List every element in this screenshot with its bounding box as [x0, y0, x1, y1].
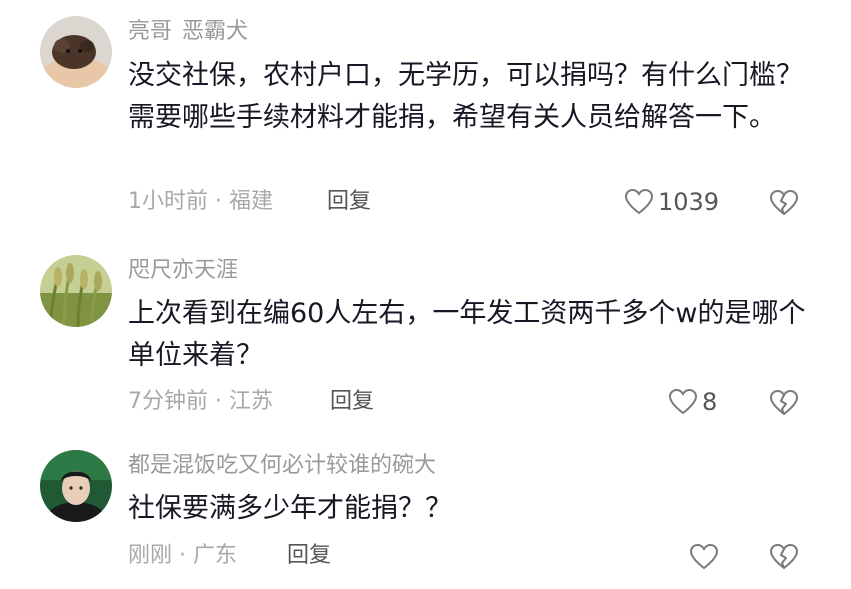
- username-main: 都是混饭吃又何必计较谁的碗大: [128, 453, 437, 478]
- reply-button[interactable]: 回复: [327, 188, 371, 216]
- comment-2: 咫尺亦天涯 上次看到在编60人左右，一年发工资两千多个w的是哪个单位来着？ 7分…: [0, 240, 851, 430]
- username-tag: 恶霸犬: [182, 19, 249, 44]
- comment-1: 亮哥 恶霸犬 没交社保，农村户口，无学历，可以捐吗？有什么门槛？需要哪些手续材料才…: [0, 0, 851, 230]
- username-main: 咫尺亦天涯: [128, 258, 239, 283]
- heart-icon: [668, 388, 698, 415]
- username[interactable]: 都是混饭吃又何必计较谁的碗大: [128, 452, 436, 480]
- like-button[interactable]: 8: [668, 388, 717, 416]
- username[interactable]: 咫尺亦天涯: [128, 257, 238, 285]
- person-portrait-avatar-icon: [40, 450, 112, 522]
- username[interactable]: 亮哥 恶霸犬: [128, 18, 248, 46]
- broken-heart-icon: [769, 543, 799, 570]
- comment-meta: 7分钟前 · 江苏: [128, 389, 273, 414]
- broken-heart-icon: [769, 189, 799, 216]
- dog-photo-avatar-icon: [40, 16, 112, 88]
- dislike-button[interactable]: [769, 543, 799, 575]
- heart-icon: [689, 543, 719, 570]
- username-main: 亮哥: [128, 19, 173, 44]
- comment-meta: 刚刚 · 广东: [128, 543, 237, 568]
- dislike-button[interactable]: [769, 389, 799, 421]
- like-button[interactable]: 1039: [624, 188, 719, 216]
- broken-heart-icon: [769, 389, 799, 416]
- avatar[interactable]: [40, 255, 112, 327]
- avatar[interactable]: [40, 450, 112, 522]
- wheat-field-avatar-icon: [40, 255, 112, 327]
- like-count: 8: [702, 388, 718, 416]
- comment-text: 上次看到在编60人左右，一年发工资两千多个w的是哪个单位来着？: [128, 298, 806, 371]
- comment-meta: 1小时前 · 福建: [128, 189, 273, 214]
- like-button[interactable]: [689, 543, 723, 571]
- reply-button[interactable]: 回复: [287, 542, 331, 570]
- dislike-button[interactable]: [769, 189, 799, 221]
- heart-icon: [624, 188, 654, 215]
- comment-3: 都是混饭吃又何必计较谁的碗大 社保要满多少年才能捐？？ 刚刚 · 广东 回复: [0, 440, 851, 589]
- reply-button[interactable]: 回复: [330, 388, 374, 416]
- comment-text: 没交社保，农村户口，无学历，可以捐吗？有什么门槛？需要哪些手续材料才能捐，希望有…: [128, 60, 803, 133]
- avatar[interactable]: [40, 16, 112, 88]
- comment-text: 社保要满多少年才能捐？？: [128, 493, 452, 524]
- like-count: 1039: [658, 188, 720, 216]
